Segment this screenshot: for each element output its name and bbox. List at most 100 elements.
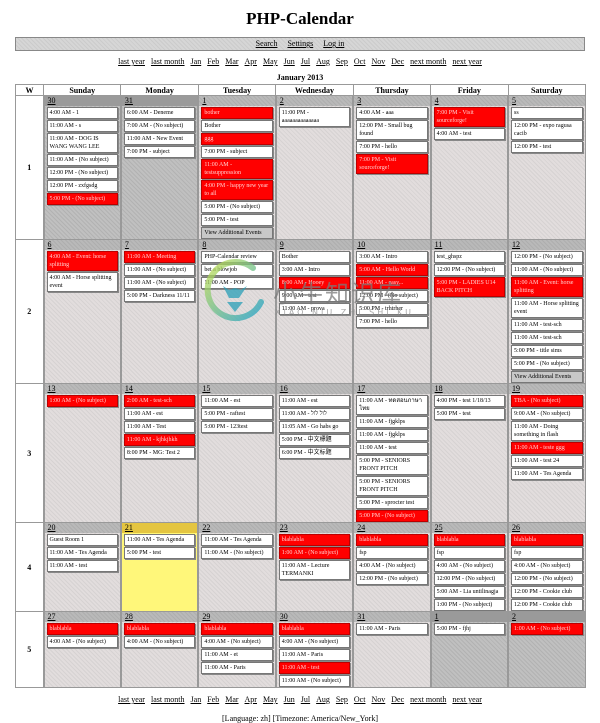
event-item[interactable]: 5:00 AM - Hello World bbox=[356, 264, 428, 276]
day-number-link[interactable]: 7 bbox=[121, 240, 198, 250]
event-item[interactable]: 11:00 AM - Event: horse splitting bbox=[511, 277, 583, 297]
day-number-link[interactable]: 17 bbox=[354, 384, 430, 394]
event-item[interactable]: 4:00 AM - Event: horse splitting bbox=[46, 251, 118, 271]
next-month-link[interactable]: next month bbox=[410, 57, 446, 66]
next-year-link[interactable]: next year bbox=[452, 57, 482, 66]
event-item[interactable]: 11:05 AM - Go habs go bbox=[278, 421, 351, 433]
day-cell[interactable]: 18 4:00 PM - test 1/18/13 5:00 PM - test bbox=[429, 383, 509, 523]
month-link-nov[interactable]: Nov bbox=[371, 695, 385, 704]
day-number-link[interactable]: 25 bbox=[431, 523, 508, 533]
event-item[interactable]: 11:00 AM - prova bbox=[278, 303, 351, 315]
event-item[interactable]: 5:00 PM - (No subject) bbox=[356, 510, 428, 522]
event-item[interactable]: 5:00 PM - raftest bbox=[201, 408, 273, 420]
event-item[interactable]: 11:00 AM - easy... bbox=[356, 277, 428, 289]
day-number-link[interactable]: 13 bbox=[44, 384, 120, 394]
month-link-mar[interactable]: Mar bbox=[225, 57, 238, 66]
settings-link[interactable]: Settings bbox=[287, 39, 313, 48]
event-item[interactable]: 5:00 PM - (No subject) bbox=[46, 193, 118, 205]
day-number-link[interactable]: 28 bbox=[121, 612, 198, 622]
event-item[interactable]: 12:00 PM - Cookie club bbox=[511, 599, 583, 611]
event-item[interactable]: 12:00 PM - (No subject) bbox=[511, 251, 583, 263]
day-number-link[interactable]: 16 bbox=[276, 384, 353, 394]
day-cell[interactable]: 16 11:00 AM - est 11:00 AM - לול לול 11:05 … bbox=[274, 383, 354, 523]
event-item[interactable]: 6:00 AM - Deneme bbox=[123, 107, 196, 119]
day-cell[interactable]: 1 5:00 PM - fjhj bbox=[429, 611, 509, 688]
event-item[interactable]: 11:00 AM - est bbox=[123, 408, 196, 420]
event-item[interactable]: ggg bbox=[201, 133, 273, 145]
event-item[interactable]: 4:00 AM - 1 bbox=[46, 107, 118, 119]
event-item[interactable]: 9:00 AM - test bbox=[278, 290, 351, 302]
event-item[interactable]: 1:00 AM - (No subject) bbox=[511, 623, 583, 635]
month-link-jun[interactable]: Jun bbox=[284, 57, 295, 66]
event-item[interactable]: 11:00 AM - Tes Agenda bbox=[123, 534, 196, 546]
day-number-link[interactable]: 31 bbox=[354, 612, 430, 622]
event-item[interactable]: 12:00 PM - (No subject) bbox=[433, 264, 506, 276]
day-cell[interactable]: 31 11:00 AM - Paris bbox=[352, 611, 432, 688]
event-item[interactable]: 1:00 PM - (No subject) bbox=[433, 599, 506, 611]
event-item[interactable]: fsp bbox=[433, 547, 506, 559]
day-number-link[interactable]: 5 bbox=[509, 96, 585, 106]
event-item[interactable]: 11:00 AM - et bbox=[201, 649, 273, 661]
event-item[interactable]: Bother bbox=[201, 120, 273, 132]
day-cell[interactable]: 23 blablabla 1:00 AM - (No subject) 11:00 A… bbox=[274, 522, 354, 612]
event-item[interactable]: 5:00 PM - trhtrher bbox=[356, 303, 428, 315]
day-number-link[interactable]: 1 bbox=[431, 612, 508, 622]
day-cell[interactable]: 22 11:00 AM - Tes Agenda 11:00 AM - (No su… bbox=[197, 522, 277, 612]
event-item[interactable]: 11:00 AM - New Event bbox=[123, 133, 196, 145]
event-item[interactable]: 5:00 PM - test bbox=[123, 547, 196, 559]
day-cell[interactable]: 30 blablabla 4:00 AM - (No subject) 11:00 A… bbox=[274, 611, 354, 688]
event-item[interactable]: 11:00 AM - test-sch bbox=[511, 332, 583, 344]
month-link-may[interactable]: May bbox=[263, 695, 278, 704]
event-item[interactable]: 12:00 PM - (No subject) bbox=[433, 573, 506, 585]
event-item[interactable]: 11:00 AM - Lecture TERMANKI bbox=[278, 560, 351, 580]
month-link-may[interactable]: May bbox=[263, 57, 278, 66]
event-item[interactable]: 11:00 AM - Tes Agenda bbox=[46, 547, 118, 559]
event-item[interactable]: fsp bbox=[511, 547, 583, 559]
day-number-link[interactable]: 29 bbox=[199, 612, 275, 622]
event-item[interactable]: 5:00 PM - LADIES U14 BACK PITCH bbox=[433, 277, 506, 297]
event-item[interactable]: 12:00 PM - (No subject) bbox=[356, 290, 428, 302]
event-item[interactable]: 11:00 AM - (No subject) bbox=[511, 264, 583, 276]
event-item[interactable]: 12:00 PM - (No subject) bbox=[356, 573, 428, 585]
event-item[interactable]: blablabla bbox=[123, 623, 196, 635]
event-item[interactable]: 4:00 AM - (No subject) bbox=[433, 560, 506, 572]
day-cell[interactable]: 7 11:00 AM - Meeting 11:00 AM - (No subjec… bbox=[119, 239, 199, 384]
event-item[interactable]: 7:00 PM - Visit sourceforge! bbox=[433, 107, 506, 127]
day-number-link[interactable]: 19 bbox=[509, 384, 585, 394]
month-link-jun[interactable]: Jun bbox=[284, 695, 295, 704]
event-item[interactable]: 3:00 AM - Intro bbox=[356, 251, 428, 263]
event-item[interactable]: PHP-Calendar review bbox=[201, 251, 273, 263]
last-month-link[interactable]: last month bbox=[151, 57, 185, 66]
day-cell-today[interactable]: 21 11:00 AM - Tes Agenda 5:00 PM - test bbox=[119, 522, 199, 612]
event-item[interactable]: 12:00 PM - Small bug found bbox=[356, 120, 428, 140]
event-item[interactable]: 7:00 PM - subject bbox=[123, 146, 196, 158]
day-cell[interactable]: 10 3:00 AM - Intro 5:00 AM - Hello World 11… bbox=[352, 239, 432, 384]
event-item[interactable]: 11:00 AM - Paris bbox=[356, 623, 428, 635]
day-number-link[interactable]: 10 bbox=[354, 240, 430, 250]
event-item[interactable]: blablabla bbox=[356, 534, 428, 546]
event-item[interactable]: 5:00 PM - 中文標題 bbox=[278, 434, 351, 446]
event-item[interactable]: 4:00 AM - (No subject) bbox=[511, 560, 583, 572]
event-item[interactable]: 11:00 AM - (No subject) bbox=[201, 547, 273, 559]
event-item[interactable]: 5:00 PM - SENIORS FRONT PITCH bbox=[356, 476, 428, 496]
day-cell[interactable]: 15 11:00 AM - est 5:00 PM - raftest 5:00 PM… bbox=[197, 383, 277, 523]
event-item[interactable]: 4:00 AM - (No subject) bbox=[46, 636, 118, 648]
day-number-link[interactable]: 4 bbox=[431, 96, 508, 106]
event-item[interactable]: 5:00 PM - title sims bbox=[511, 345, 583, 357]
month-link-oct[interactable]: Oct bbox=[354, 57, 366, 66]
event-item[interactable]: 3:00 AM - Intro bbox=[278, 264, 351, 276]
event-item[interactable]: 12:00 PM - Cookie club bbox=[511, 586, 583, 598]
day-number-link[interactable]: 26 bbox=[509, 523, 585, 533]
event-item[interactable]: test_ghspz bbox=[433, 251, 506, 263]
day-cell[interactable]: 27 blablabla 4:00 AM - (No subject) bbox=[42, 611, 122, 688]
day-cell[interactable]: 11 test_ghspz 12:00 PM - (No subject) 5:00 … bbox=[429, 239, 509, 384]
event-item[interactable]: 8:00 PM - MG: Test 2 bbox=[123, 447, 196, 459]
day-cell[interactable]: 9 Bother 3:00 AM - Intro 8:00 AM - Hooey 9:0… bbox=[274, 239, 354, 384]
event-item[interactable]: 8:00 AM - Hooey bbox=[278, 277, 351, 289]
event-item[interactable]: 7:00 AM - (No subject) bbox=[123, 120, 196, 132]
day-number-link[interactable]: 11 bbox=[431, 240, 508, 250]
month-link-jan[interactable]: Jan bbox=[191, 57, 202, 66]
event-item[interactable]: blablabla bbox=[201, 623, 273, 635]
event-item[interactable]: 11:00 AM - test-sch bbox=[511, 319, 583, 331]
event-item[interactable]: 5:00 PM - (No subject) bbox=[511, 358, 583, 370]
